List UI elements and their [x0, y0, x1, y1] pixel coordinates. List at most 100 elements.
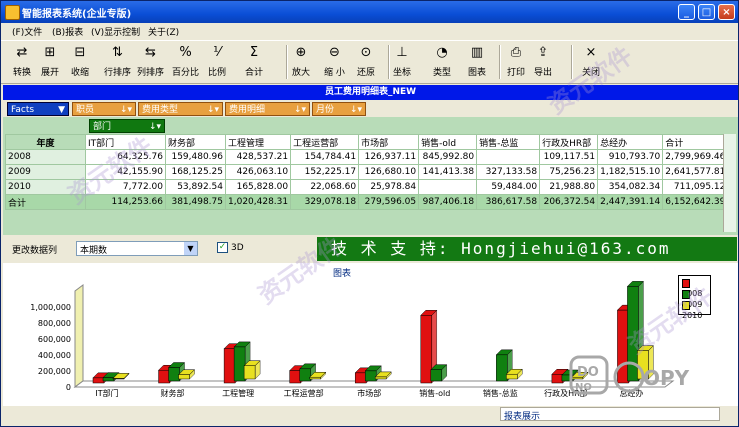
bar	[112, 378, 125, 380]
table-cell: 381,498.75	[165, 194, 226, 210]
zoom-reset-icon: ⊙	[360, 45, 372, 60]
toolbar-button-label: 列排序	[137, 68, 165, 78]
x-tick-label: IT部门	[95, 388, 118, 398]
table-cell: 386,617.58	[476, 194, 541, 210]
toolbar-button-label: 比例	[208, 68, 227, 78]
bar	[92, 377, 105, 384]
chart-side-wall	[74, 284, 84, 388]
filter-month-button[interactable]: 月份 ↓▾	[312, 102, 366, 116]
toolbar-button-column-sort[interactable]: ⇆ 列排序	[137, 44, 164, 80]
3d-checkbox[interactable]: ✓	[217, 242, 228, 253]
column-header: 行政及HR部	[539, 134, 599, 150]
bar	[496, 354, 508, 382]
table-cell: 21,988.80	[539, 179, 599, 195]
y-tick-label: 200,000	[38, 367, 71, 376]
toolbar-button-ratio[interactable]: ⅟ 比例	[208, 44, 226, 80]
toolbar-button-label: 收缩	[71, 68, 90, 78]
tech-support-banner: 技 术 支 持: Hongjiehui@163.com	[317, 237, 737, 261]
toolbar-button-zoom-out[interactable]: ⊖ 缩 小	[324, 44, 345, 80]
toolbar-button-convert[interactable]: ⇄ 转换	[13, 44, 31, 80]
toolbar-button-label: 类型	[433, 68, 452, 78]
chart-type-icon: ◔	[436, 45, 448, 60]
toolbar-button-row-sort[interactable]: ⇅ 行排序	[104, 44, 131, 80]
toolbar-button-expand[interactable]: ⊞ 展开	[41, 44, 59, 80]
bar	[354, 372, 367, 384]
toolbar-button-close[interactable]: × 关闭	[582, 44, 600, 80]
toolbar-button-label: 展开	[41, 68, 60, 78]
close-icon: ×	[585, 45, 597, 60]
status-bar: 报表展示	[3, 406, 738, 426]
filter-expense-type-label: 费用类型	[142, 105, 179, 115]
menu-about[interactable]: 关于(Z)	[148, 25, 179, 38]
vertical-scrollbar[interactable]	[723, 134, 736, 232]
bar	[506, 373, 518, 380]
app-window: 智能报表系统(企业专版) _ □ × (F)文件 (B)报表 (V)显示控制 关…	[0, 0, 739, 427]
filter-staff-button[interactable]: 职员 ↓▾	[72, 102, 136, 116]
column-field-label: 部门	[93, 122, 112, 132]
toolbar-button-collapse[interactable]: ⊟ 收缩	[71, 44, 89, 80]
chevron-down-icon: ▼	[184, 242, 197, 255]
table-cell: 987,406.18	[418, 194, 478, 210]
bar	[420, 315, 433, 384]
bar	[233, 346, 246, 382]
x-tick-label: 销售-old	[419, 388, 450, 398]
bar	[374, 376, 387, 380]
sort-arrow-icon: ↓▾	[119, 105, 132, 115]
table-cell: 910,793.70	[597, 149, 664, 165]
toolbar-button-percent[interactable]: % 百分比	[172, 44, 199, 80]
toolbar-button-axis[interactable]: ⊥ 坐标	[393, 44, 411, 80]
bar	[178, 374, 190, 380]
column-field-button[interactable]: 部门 ↓▾	[89, 119, 165, 133]
bar	[299, 368, 311, 382]
data-field-button[interactable]: Facts ▼	[7, 102, 69, 116]
sort-arrow-icon: ↓▾	[349, 105, 362, 115]
table-cell: 327,133.58	[476, 164, 541, 180]
bar	[551, 374, 564, 384]
table-cell: 126,937.11	[358, 149, 420, 165]
x-tick-label: 市场部	[357, 388, 381, 398]
row-header: 合计	[5, 194, 86, 210]
toolbar-button-chart[interactable]: ▥ 图表	[468, 44, 486, 80]
report-tab[interactable]: 报表展示	[500, 407, 720, 422]
toolbar-button-sum[interactable]: Σ 合计	[245, 44, 263, 80]
report-title-bar: 员工费用明细表_NEW	[3, 85, 738, 100]
table-cell: 59,484.00	[476, 179, 541, 195]
toolbar-button-label: 缩 小	[324, 68, 345, 78]
menu-file[interactable]: (F)文件	[12, 25, 42, 38]
close-window-button[interactable]: ×	[718, 4, 735, 20]
data-field-label: Facts	[11, 105, 35, 115]
maximize-button[interactable]: □	[698, 4, 715, 20]
x-tick-label: 财务部	[161, 388, 185, 398]
toolbar-button-chart-type[interactable]: ◔ 类型	[433, 44, 451, 80]
bar	[223, 348, 236, 384]
table-cell: 711,095.12	[662, 179, 729, 195]
series-select[interactable]: 本期数 ▼	[76, 241, 198, 256]
filter-expense-detail-button[interactable]: 费用明细 ↓▾	[225, 102, 310, 116]
table-cell: 426,063.10	[224, 164, 292, 180]
table-cell: 109,117.51	[539, 149, 599, 165]
legend-entry: 2008	[682, 279, 710, 298]
filter-expense-type-button[interactable]: 费用类型 ↓▾	[138, 102, 223, 116]
menu-report[interactable]: (B)报表	[52, 25, 83, 38]
toolbar-button-zoom-in[interactable]: ⊕ 放大	[292, 44, 310, 80]
toolbar-button-zoom-reset[interactable]: ⊙ 还原	[357, 44, 375, 80]
y-tick-label: 0	[66, 383, 71, 392]
menu-display-control[interactable]: (V)显示控制	[91, 25, 140, 38]
tech-support-text: 技 术 支 持: Hongjiehui@163.com	[331, 239, 671, 258]
row-field-header[interactable]: 年度	[5, 134, 86, 150]
toolbar-button-print[interactable]: ⎙ 打印	[507, 44, 525, 80]
toolbar-button-label: 图表	[468, 68, 487, 78]
pivot-table: 年度 IT部门 财务部 工程管理 工程运营部 市场部 销售-old 销售-总监 行政及HR部 总经…	[5, 134, 729, 210]
toolbar-button-label: 导出	[534, 68, 553, 78]
zoom-in-icon: ⊕	[295, 45, 307, 60]
legend-label: 2010	[682, 311, 703, 320]
bar	[158, 369, 170, 384]
table-cell: 2,799,969.46	[662, 149, 729, 165]
y-tick-label: 600,000	[38, 335, 71, 344]
table-cell: 168,125.25	[165, 164, 226, 180]
toolbar-button-export[interactable]: ⇪ 导出	[534, 44, 552, 80]
column-header: 销售-old	[418, 134, 478, 150]
table-cell: 845,992.80	[418, 149, 478, 165]
minimize-button[interactable]: _	[678, 4, 695, 20]
axis-icon: ⊥	[396, 45, 408, 60]
